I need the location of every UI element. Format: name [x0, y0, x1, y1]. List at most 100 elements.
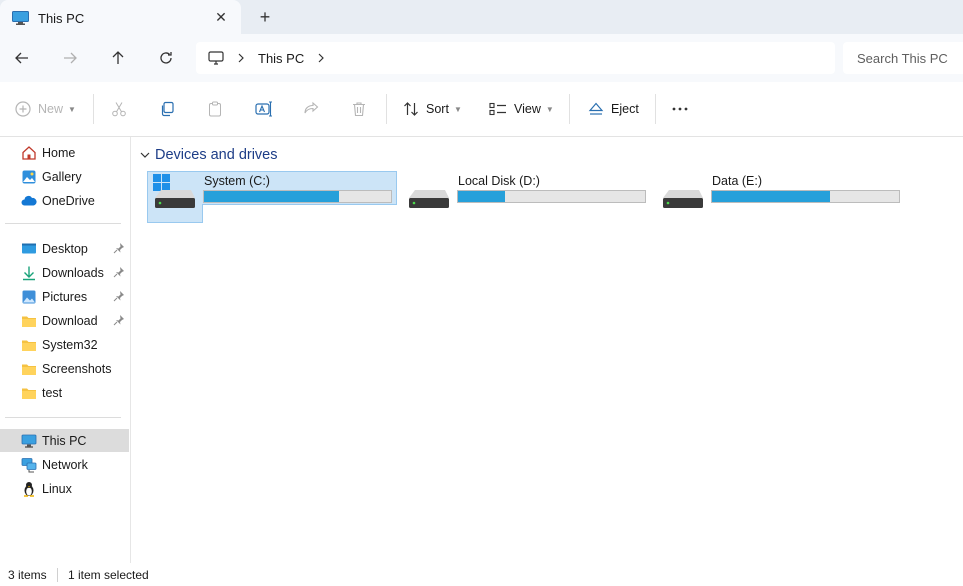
eject-button[interactable]: Eject: [588, 96, 639, 122]
divider: [57, 568, 58, 582]
network-icon: [21, 457, 37, 473]
plus-icon[interactable]: +: [255, 7, 275, 27]
delete-button[interactable]: [351, 96, 367, 122]
paste-button[interactable]: [207, 96, 223, 122]
chevron-right-icon[interactable]: [234, 51, 248, 65]
linux-icon: [21, 481, 37, 497]
gallery-icon: [21, 169, 37, 185]
sidebar-item-label: Download: [42, 313, 98, 328]
divider: [93, 94, 94, 124]
sidebar-item-label: Network: [42, 457, 88, 472]
sidebar-item-download[interactable]: Download: [0, 309, 129, 332]
paste-icon: [209, 101, 221, 117]
drive-usage-fill: [204, 191, 339, 202]
pin-icon[interactable]: [113, 266, 125, 278]
folder-icon: [21, 337, 37, 353]
drive-item-d[interactable]: Local Disk (D:): [401, 171, 651, 223]
sidebar-item-label: Linux: [42, 481, 72, 496]
copy-icon: [161, 101, 174, 117]
desktop-icon: [21, 241, 37, 257]
drive-usage-fill: [458, 191, 505, 202]
cloud-icon: [21, 193, 37, 209]
refresh-icon[interactable]: [154, 46, 178, 70]
drive-icon: [663, 190, 703, 208]
sidebar-item-linux[interactable]: Linux: [0, 477, 129, 500]
sidebar-item-network[interactable]: Network: [0, 453, 129, 476]
group-title: Devices and drives: [155, 147, 278, 163]
drive-usage-bar: [203, 190, 392, 203]
navigation-pane: Home Gallery OneDrive Desktop Downloads …: [0, 137, 131, 563]
view-button[interactable]: View ▼: [489, 96, 554, 122]
divider: [386, 94, 387, 124]
monitor-icon: [208, 50, 224, 65]
sidebar-item-desktop[interactable]: Desktop: [0, 237, 129, 260]
sidebar-item-gallery[interactable]: Gallery: [0, 165, 129, 188]
eject-label: Eject: [611, 102, 639, 116]
sidebar-item-test[interactable]: test: [0, 381, 129, 404]
sidebar-item-this-pc[interactable]: This PC: [0, 429, 129, 452]
share-icon: [304, 101, 319, 114]
sidebar-item-home[interactable]: Home: [0, 141, 129, 164]
sidebar-item-downloads[interactable]: Downloads: [0, 261, 129, 284]
close-icon[interactable]: ✕: [213, 9, 229, 25]
sidebar-item-label: OneDrive: [42, 193, 95, 208]
chevron-down-icon: ▼: [453, 104, 462, 114]
eject-icon: [588, 102, 604, 115]
folder-icon: [21, 385, 37, 401]
view-label: View: [514, 102, 541, 116]
chevron-down-icon: ▼: [68, 104, 76, 114]
sidebar-item-label: Downloads: [42, 265, 104, 280]
group-header-devices[interactable]: Devices and drives: [139, 147, 278, 163]
sidebar-item-label: Home: [42, 145, 76, 160]
arrow-left-icon[interactable]: [10, 46, 34, 70]
add-circle-icon: [15, 101, 31, 117]
pin-icon[interactable]: [113, 290, 125, 302]
sidebar-item-onedrive[interactable]: OneDrive: [0, 189, 129, 212]
command-bar: New ▼ Sort ▼ View ▼ Eject: [0, 82, 963, 137]
drive-icon: [409, 190, 449, 208]
sidebar-item-pictures[interactable]: Pictures: [0, 285, 129, 308]
download-icon: [21, 265, 37, 281]
drive-item-e[interactable]: Data (E:): [655, 171, 905, 223]
sort-button[interactable]: Sort ▼: [403, 96, 462, 122]
arrow-up-icon[interactable]: [106, 46, 130, 70]
delete-icon: [353, 102, 365, 117]
selection-count: 1 item selected: [68, 568, 149, 582]
drive-item-c[interactable]: System (C:): [147, 171, 397, 223]
divider: [655, 94, 656, 124]
search-placeholder: Search This PC: [857, 50, 948, 66]
search-input[interactable]: Search This PC: [843, 42, 963, 74]
rename-icon: [255, 101, 272, 117]
chevron-right-icon[interactable]: [314, 51, 328, 65]
windows-drive-icon: [153, 174, 195, 208]
share-button[interactable]: [303, 96, 319, 122]
rename-button[interactable]: [255, 96, 273, 122]
folder-icon: [21, 313, 37, 329]
view-icon: [489, 102, 506, 116]
content-pane: Devices and drives System (C:) Local Dis…: [131, 137, 963, 563]
sidebar-item-screenshots[interactable]: Screenshots: [0, 357, 129, 380]
sidebar-item-label: System32: [42, 337, 98, 352]
sidebar-item-label: Desktop: [42, 241, 88, 256]
address-bar[interactable]: This PC: [196, 42, 835, 74]
navigation-bar: This PC Search This PC: [0, 34, 963, 82]
sort-label: Sort: [426, 102, 449, 116]
copy-button[interactable]: [159, 96, 175, 122]
sidebar-item-system32[interactable]: System32: [0, 333, 129, 356]
title-bar: This PC ✕ +: [0, 0, 963, 36]
new-button[interactable]: New ▼: [15, 96, 76, 122]
sidebar-item-label: Pictures: [42, 289, 88, 304]
chevron-down-icon[interactable]: [139, 149, 151, 161]
pin-icon[interactable]: [113, 242, 125, 254]
arrow-right-icon[interactable]: [58, 46, 82, 70]
cut-button[interactable]: [111, 96, 127, 122]
divider: [5, 417, 121, 418]
pin-icon[interactable]: [113, 314, 125, 326]
status-bar: 3 items 1 item selected: [0, 563, 963, 586]
drive-name: Data (E:): [712, 174, 763, 188]
breadcrumb-this-pc[interactable]: This PC: [258, 51, 304, 66]
folder-icon: [21, 361, 37, 377]
divider: [569, 94, 570, 124]
tab-this-pc[interactable]: This PC ✕: [0, 0, 241, 36]
more-button[interactable]: [671, 96, 689, 122]
